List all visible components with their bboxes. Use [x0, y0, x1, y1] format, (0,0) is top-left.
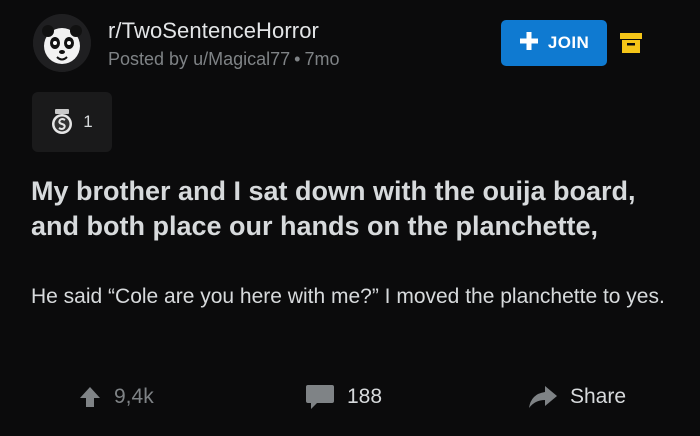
post-actions: 9,4k 188 Share	[0, 372, 700, 422]
post-age: 7mo	[304, 49, 340, 69]
post-body: He said “Cole are you here with me?” I m…	[31, 285, 665, 308]
silver-award-icon	[52, 109, 73, 134]
archive-box-icon[interactable]	[619, 31, 643, 55]
upvote-count: 9,4k	[114, 385, 154, 408]
award-badge[interactable]: 1	[32, 92, 112, 152]
join-button[interactable]: JOIN	[501, 20, 607, 66]
plus-icon	[519, 28, 539, 56]
panda-avatar-icon[interactable]	[33, 14, 91, 72]
comment-count: 188	[347, 385, 383, 408]
post-header: r/TwoSentenceHorror Posted by u/Magical7…	[33, 14, 660, 74]
post-meta: Posted by u/Magical77 • 7mo	[108, 49, 339, 70]
share-label: Share	[570, 385, 627, 408]
join-label: JOIN	[547, 33, 590, 52]
author-link[interactable]: u/Magical77	[193, 49, 290, 69]
comment-bubble-icon	[306, 385, 334, 409]
upvote-arrow-icon	[80, 387, 100, 407]
meta-separator: •	[294, 49, 301, 69]
upvote-button[interactable]: 9,4k	[78, 372, 154, 422]
subreddit-name[interactable]: r/TwoSentenceHorror	[108, 18, 319, 44]
comments-button[interactable]: 188	[305, 372, 382, 422]
posted-by-label: Posted by	[108, 49, 189, 69]
share-arrow-icon	[529, 386, 557, 408]
share-button[interactable]: Share	[528, 372, 626, 422]
post-title[interactable]: My brother and I sat down with the ouija…	[31, 174, 671, 244]
award-count: 1	[83, 112, 93, 131]
